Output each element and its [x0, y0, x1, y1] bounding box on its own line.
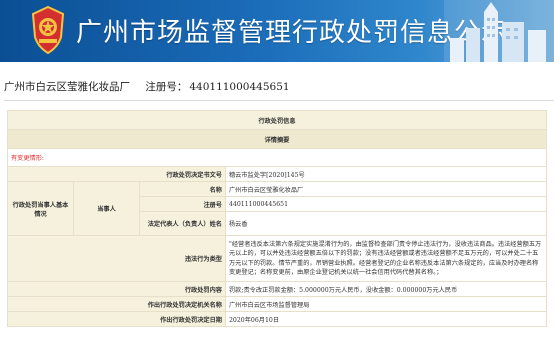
changed-note: 有变更情形:	[7, 148, 547, 167]
type-value: "经营者违反本法第六条规定实施混淆行为的，由监督检查部门责令停止违法行为，没收违…	[225, 235, 547, 282]
content-value: 罚款;责令改正罚款金额：5.000000万元人民币，没收金额：0.000000万…	[225, 281, 547, 297]
table-row: 行政处罚决定书文号 穗云市监处字[2020]145号	[7, 166, 547, 182]
date-value: 2020年06月10日	[225, 311, 547, 327]
table-subheader-row: 详情摘要	[7, 129, 547, 149]
rep-value: 杨云香	[225, 211, 547, 236]
reg-value: 440111000445651	[225, 196, 547, 212]
penalty-info-table: 行政处罚信息 详情摘要 有变更情形: 行政处罚决定书文号 穗云市监处字[2020…	[7, 110, 547, 327]
type-label: 违法行为类型	[7, 235, 226, 282]
org-label: 作出行政处罚决定机关名称	[7, 296, 226, 312]
reg-label-cell: 注册号	[139, 196, 226, 212]
table-row: 作出行政处罚决定日期 2020年06月10日	[7, 311, 547, 327]
header-banner: 广州市场监督管理行政处罚信息公示	[0, 0, 554, 62]
doc-no-label: 行政处罚决定书文号	[7, 166, 226, 182]
name-value: 广州市白云区莹雅化妆品厂	[225, 181, 547, 197]
reg-label: 注册号：	[145, 81, 188, 93]
content-label: 行政处罚内容	[7, 281, 226, 297]
emblem-icon	[31, 5, 65, 55]
section-subtitle: 详情摘要	[7, 129, 547, 149]
building-skyline-icon	[444, 0, 554, 62]
divider	[4, 100, 554, 101]
table-row: 行政处罚当事人基本情况 当事人 名称 广州市白云区莹雅化妆品厂	[7, 181, 547, 236]
org-value: 广州市白云区市场监督管理局	[225, 296, 547, 312]
section-title: 行政处罚信息	[7, 110, 547, 130]
date-label: 作出行政处罚决定日期	[7, 311, 226, 327]
name-label: 名称	[139, 181, 226, 197]
rep-label: 法定代表人（负责人）姓名	[139, 211, 226, 236]
reg-number: 440111000445651	[189, 81, 290, 93]
table-row: 行政处罚内容 罚款;责令改正罚款金额：5.000000万元人民币，没收金额：0.…	[7, 281, 547, 297]
doc-no-value: 穗云市监处字[2020]145号	[225, 166, 547, 182]
table-row: 有变更情形:	[7, 148, 547, 167]
party-type: 当事人	[73, 181, 140, 236]
company-name: 广州市白云区莹雅化妆品厂	[4, 81, 130, 93]
table-header-row: 行政处罚信息	[7, 110, 547, 130]
table-row: 违法行为类型 "经营者违反本法第六条规定实施混淆行为的，由监督检查部门责令停止违…	[7, 235, 547, 282]
table-row: 作出行政处罚决定机关名称 广州市白云区市场监督管理局	[7, 296, 547, 312]
company-line: 广州市白云区莹雅化妆品厂 注册号： 440111000445651	[4, 79, 292, 94]
party-label: 行政处罚当事人基本情况	[7, 181, 74, 236]
